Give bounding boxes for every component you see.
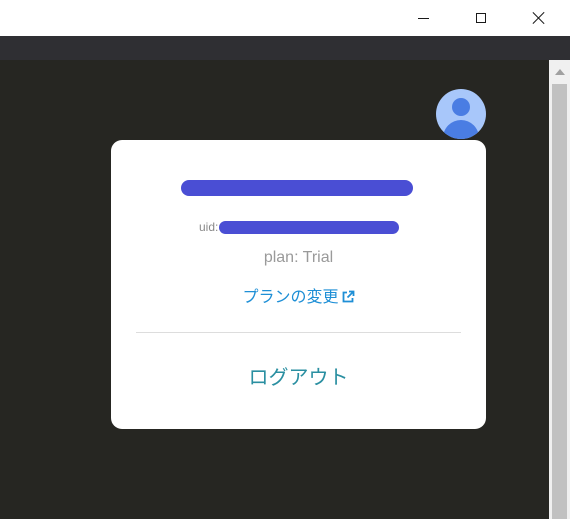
maximize-icon (476, 13, 486, 23)
minimize-icon (417, 17, 429, 19)
close-button[interactable] (510, 0, 568, 36)
redacted-email (181, 180, 413, 196)
popup-divider (136, 332, 461, 333)
avatar-head-shape (452, 98, 470, 116)
arrow-up-icon (554, 69, 565, 75)
redacted-uid (219, 220, 400, 234)
minimize-button[interactable] (394, 0, 452, 36)
uid-row: uid: (199, 219, 400, 235)
uid-label: uid: (199, 220, 219, 234)
app-header (0, 36, 570, 60)
scrollbar-thumb[interactable] (552, 84, 567, 519)
external-link-icon (342, 290, 354, 303)
logout-button[interactable]: ログアウト (111, 361, 486, 390)
app-window: uid: plan: Trial プランの変更 ログアウト (0, 0, 570, 519)
user-avatar-button[interactable] (436, 89, 486, 139)
title-bar (0, 0, 570, 36)
change-plan-link[interactable]: プランの変更 (111, 283, 486, 307)
scroll-up-button[interactable] (549, 62, 570, 82)
account-popup: uid: plan: Trial プランの変更 ログアウト (111, 140, 486, 429)
vertical-scrollbar[interactable] (549, 60, 570, 519)
plan-status: plan: Trial (263, 249, 334, 266)
avatar-body-shape (443, 120, 479, 139)
maximize-button[interactable] (452, 0, 510, 36)
change-plan-label: プランの変更 (242, 287, 339, 306)
close-icon (532, 11, 546, 25)
